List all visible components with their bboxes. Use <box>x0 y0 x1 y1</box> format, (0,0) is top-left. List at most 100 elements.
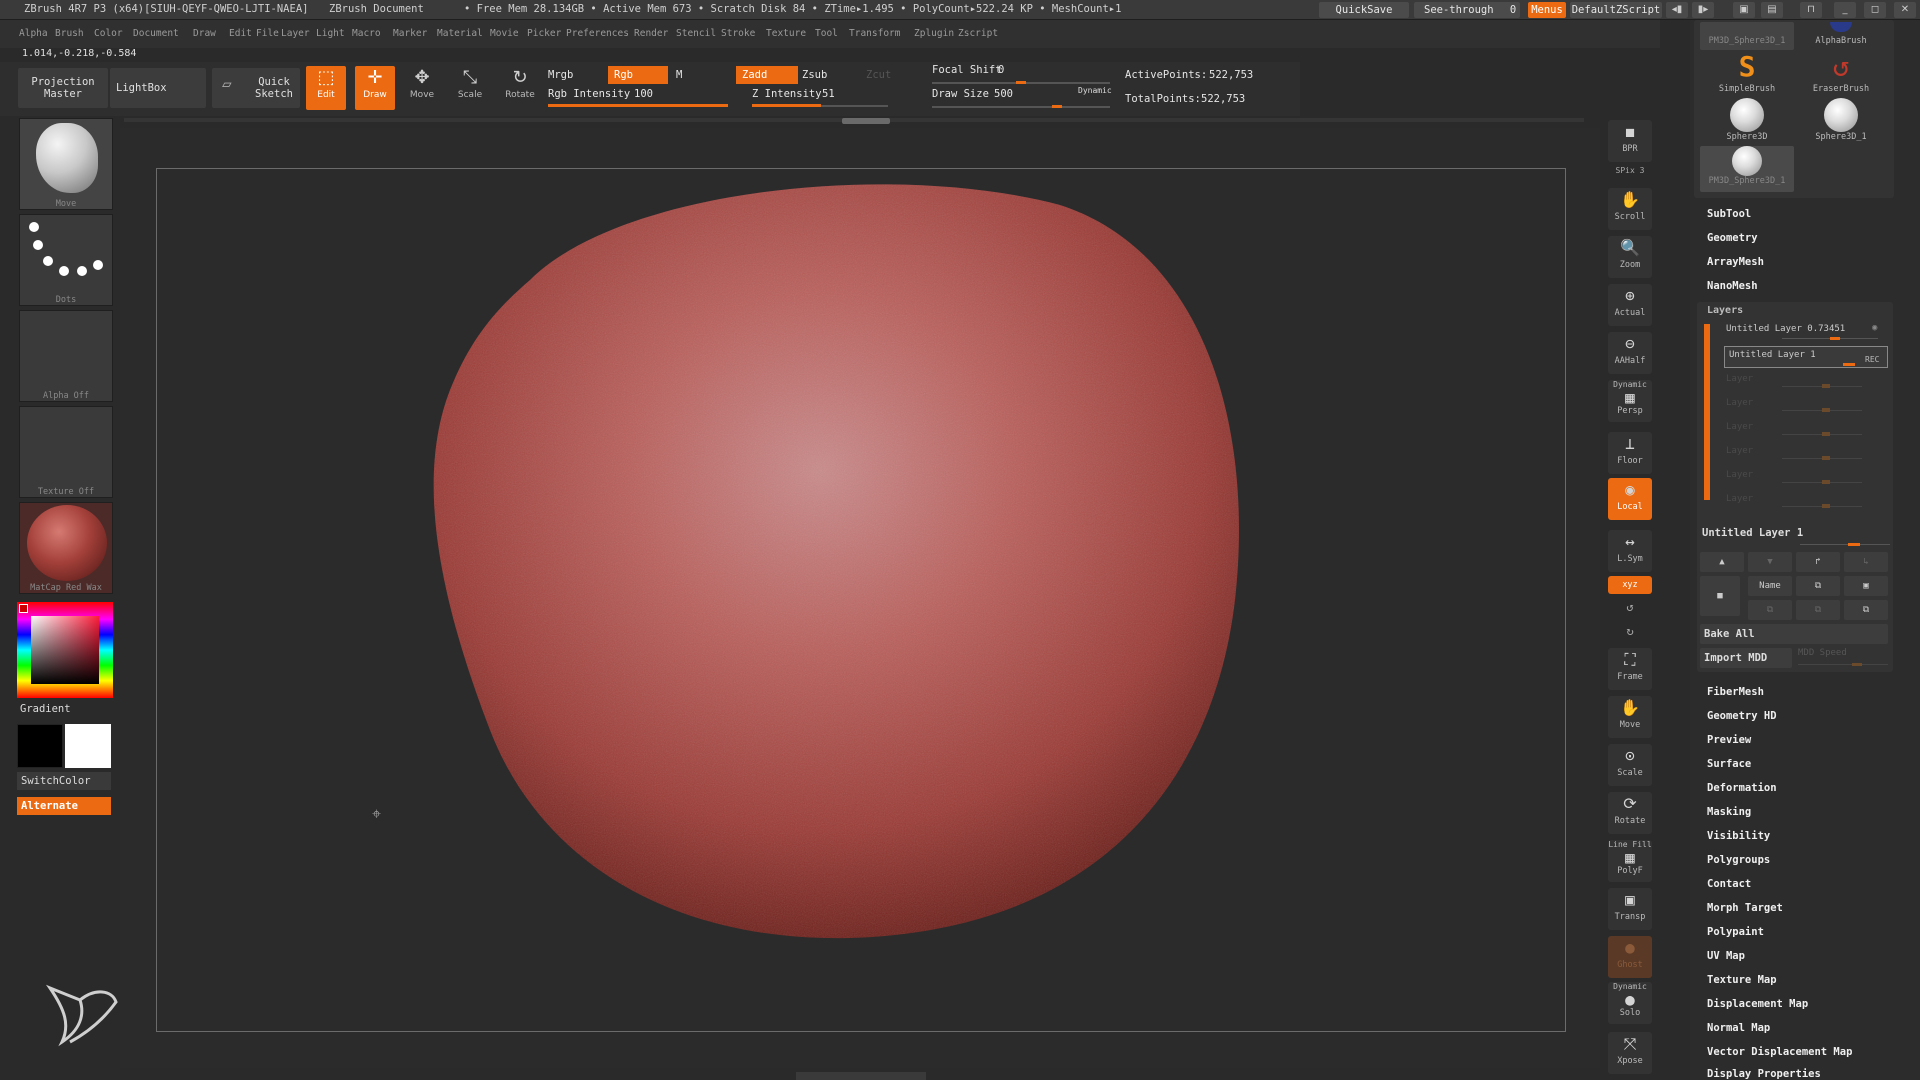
layout-icon[interactable]: ▤ <box>1761 2 1783 18</box>
menu-macro[interactable]: Macro <box>352 28 381 39</box>
mdd-speed-slider[interactable]: MDD Speed <box>1798 648 1890 668</box>
m-button[interactable]: M <box>676 69 682 81</box>
menu-document[interactable]: Document <box>133 28 179 39</box>
polypaint-section[interactable]: Polypaint <box>1707 926 1764 938</box>
local-button[interactable]: ◉ Local <box>1608 478 1652 520</box>
texture-map-section[interactable]: Texture Map <box>1707 974 1777 986</box>
switch-color-button[interactable]: SwitchColor <box>17 772 111 790</box>
bottom-tray-handle[interactable] <box>796 1072 926 1080</box>
solo-button[interactable]: Dynamic ● Solo <box>1608 982 1652 1024</box>
layer-merge-button[interactable]: ↳ <box>1844 552 1888 572</box>
layer-up-button[interactable]: ▲ <box>1700 552 1744 572</box>
bpr-button[interactable]: ◼ BPR <box>1608 120 1652 162</box>
menu-file[interactable]: File <box>256 28 279 39</box>
material-thumbnail[interactable]: MatCap Red Wax <box>19 502 113 594</box>
actual-button[interactable]: ⊕ Actual <box>1608 284 1652 326</box>
eye-icon[interactable]: ◉ <box>1872 323 1877 333</box>
move-mode-button[interactable]: ✥ Move <box>402 66 442 110</box>
rgb-intensity-slider[interactable]: Rgb Intensity 100 <box>548 88 738 110</box>
alternate-button[interactable]: Alternate <box>17 797 111 815</box>
menu-marker[interactable]: Marker <box>393 28 427 39</box>
menu-movie[interactable]: Movie <box>490 28 519 39</box>
persp-button[interactable]: Dynamic ▦ Persp <box>1608 380 1652 422</box>
layer-duplicate-button[interactable]: ⧉ <box>1796 576 1840 596</box>
menu-render[interactable]: Render <box>634 28 668 39</box>
move-view-button[interactable]: ✋ Move <box>1608 696 1652 738</box>
scale-mode-button[interactable]: ⤡ Scale <box>450 66 490 110</box>
scale-view-button[interactable]: ⊙ Scale <box>1608 744 1652 786</box>
main-color-swatch[interactable] <box>19 604 28 613</box>
morph-target-section[interactable]: Morph Target <box>1707 902 1783 914</box>
tool-pm3d-sphere3d-top[interactable]: PM3D_Sphere3D_1 <box>1700 22 1794 50</box>
texture-thumbnail[interactable]: Texture Off <box>19 406 113 498</box>
menu-stroke[interactable]: Stroke <box>721 28 755 39</box>
layer-copy-button[interactable]: ⧉ <box>1796 600 1840 620</box>
layer-down-button[interactable]: ▼ <box>1748 552 1792 572</box>
frame-button[interactable]: ⛶ Frame <box>1608 648 1652 690</box>
vector-displacement-map-section[interactable]: Vector Displacement Map <box>1707 1046 1852 1058</box>
deformation-section[interactable]: Deformation <box>1707 782 1777 794</box>
arrow-left-icon[interactable]: ◂▮ <box>1666 2 1688 18</box>
spix-slider[interactable]: SPix 3 <box>1606 166 1654 175</box>
dynamic-toggle[interactable]: Dynamic <box>1078 86 1112 95</box>
menu-transform[interactable]: Transform <box>849 28 900 39</box>
layer-row[interactable]: Untitled Layer 0.73451 ◉ <box>1722 322 1890 342</box>
polygroups-section[interactable]: Polygroups <box>1707 854 1770 866</box>
brush-thumbnail[interactable]: Move <box>19 118 113 210</box>
surface-section[interactable]: Surface <box>1707 758 1751 770</box>
tool-alphabrush[interactable]: AlphaBrush <box>1794 22 1888 50</box>
menu-material[interactable]: Material <box>437 28 483 39</box>
menu-zplugin[interactable]: Zplugin <box>914 28 954 39</box>
arrow-right-icon[interactable]: ▮▸ <box>1692 2 1714 18</box>
nanomesh-section[interactable]: NanoMesh <box>1707 280 1758 292</box>
floor-button[interactable]: ⊥ Floor <box>1608 432 1652 474</box>
layer-delete-button[interactable]: ▣ <box>1844 576 1888 596</box>
zsub-button[interactable]: Zsub <box>802 69 827 81</box>
see-through-slider[interactable]: See-through 0 <box>1414 2 1520 18</box>
rotate-z-icon[interactable]: ↻ <box>1606 624 1654 638</box>
new-layer-button[interactable]: ■ <box>1700 576 1740 616</box>
subtool-section[interactable]: SubTool <box>1707 208 1751 220</box>
layer-rec-toggle[interactable]: REC <box>1865 355 1879 364</box>
tool-sphere3d[interactable]: Sphere3D <box>1700 98 1794 144</box>
lsym-button[interactable]: ↔ L.Sym <box>1608 530 1652 572</box>
menu-texture[interactable]: Texture <box>766 28 806 39</box>
layers-header[interactable]: Layers <box>1707 305 1743 316</box>
layer-name-button[interactable]: Name <box>1748 576 1792 596</box>
layer-strength-handle[interactable] <box>1843 363 1855 366</box>
stroke-thumbnail[interactable]: Dots <box>19 214 113 306</box>
arraymesh-section[interactable]: ArrayMesh <box>1707 256 1764 268</box>
menu-tool[interactable]: Tool <box>815 28 838 39</box>
horizontal-scrollbar[interactable] <box>124 118 1584 124</box>
layer-paste-button[interactable]: ⧉ <box>1844 600 1888 620</box>
menu-light[interactable]: Light <box>316 28 345 39</box>
draw-mode-button[interactable]: ✛ Draw <box>355 66 395 110</box>
rotate-view-button[interactable]: ⟳ Rotate <box>1608 792 1652 834</box>
geometry-hd-section[interactable]: Geometry HD <box>1707 710 1777 722</box>
tray-toggle-icon[interactable]: ▣ <box>1733 2 1755 18</box>
tool-eraserbrush[interactable]: ↺ EraserBrush <box>1794 50 1888 96</box>
tool-pm3d-sphere3d-current[interactable]: PM3D_Sphere3D_1 <box>1700 146 1794 192</box>
displacement-map-section[interactable]: Displacement Map <box>1707 998 1808 1010</box>
sculpt-mesh[interactable] <box>420 170 1250 950</box>
quicksave-button[interactable]: QuickSave <box>1319 2 1409 18</box>
zoom-button[interactable]: 🔍 Zoom <box>1608 236 1652 278</box>
display-properties-section[interactable]: Display Properties <box>1707 1068 1821 1080</box>
primary-color-swatch[interactable] <box>65 724 111 768</box>
fibermesh-section[interactable]: FiberMesh <box>1707 686 1764 698</box>
alpha-thumbnail[interactable]: Alpha Off <box>19 310 113 402</box>
menu-edit[interactable]: Edit <box>229 28 252 39</box>
quick-sketch-button[interactable]: ▱ Quick Sketch <box>212 68 300 108</box>
rgb-button[interactable]: Rgb <box>608 66 668 84</box>
tool-simplebrush[interactable]: S SimpleBrush <box>1700 50 1794 96</box>
layer-strength-handle[interactable] <box>1830 337 1840 340</box>
focal-shift-slider[interactable]: Focal Shift 0 <box>932 64 1112 86</box>
rotate-mode-button[interactable]: ↻ Rotate <box>500 66 540 110</box>
aahalf-button[interactable]: ⊖ AAHalf <box>1608 332 1652 374</box>
layer-row-selected[interactable]: Untitled Layer 1 REC <box>1724 346 1888 368</box>
uv-map-section[interactable]: UV Map <box>1707 950 1745 962</box>
layers-scrollbar[interactable] <box>1704 324 1710 500</box>
zadd-button[interactable]: Zadd <box>736 66 798 84</box>
menu-layer[interactable]: Layer <box>281 28 310 39</box>
xyz-button[interactable]: xyz <box>1608 576 1652 594</box>
